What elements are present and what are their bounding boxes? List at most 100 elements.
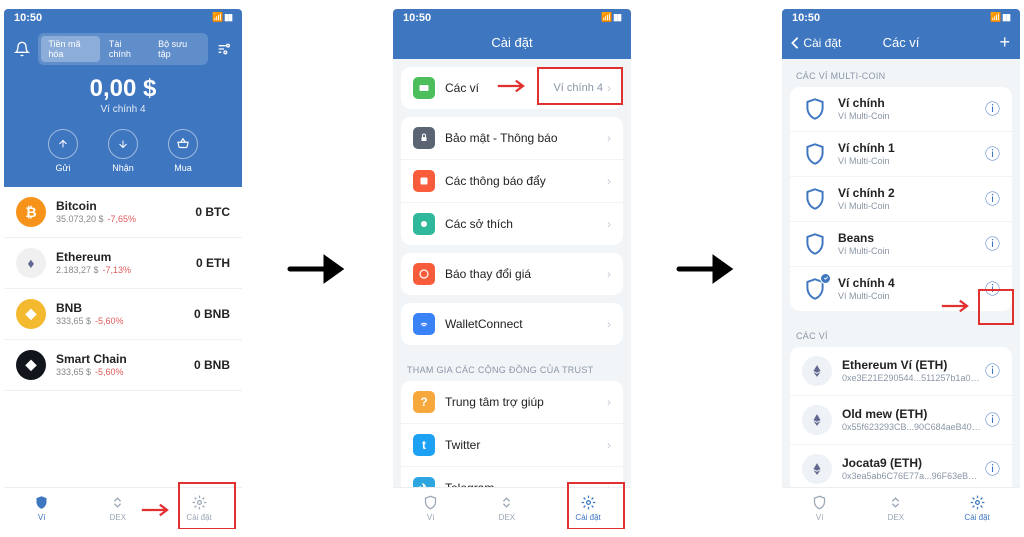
shield-icon — [802, 231, 828, 257]
ethereum-icon — [802, 405, 832, 435]
coin-balance: 0 BNB — [194, 358, 230, 372]
wallet-row[interactable]: Ví chính 2Ví Multi-Coin ⓘ — [790, 176, 1012, 221]
settings-list: Các ví Ví chính 4 › Bảo mật - Thông báo›… — [393, 59, 631, 487]
ethereum-icon — [802, 356, 832, 386]
segment-finance[interactable]: Tài chính — [102, 36, 149, 62]
coin-price: 333,65 $-5,60% — [56, 367, 194, 377]
coin-icon: ♦ — [16, 248, 46, 278]
tab-bar: Ví DEX Cài đặt — [393, 487, 631, 529]
add-wallet-button[interactable]: + — [999, 32, 1010, 53]
settings-row[interactable]: Các sở thích› — [401, 202, 623, 245]
info-icon[interactable]: ⓘ — [985, 360, 1000, 381]
shield-icon — [812, 495, 827, 511]
info-icon[interactable]: ⓘ — [985, 188, 1000, 209]
wallet-row[interactable]: Ethereum Ví (ETH)0xe3E21E290544...511257… — [790, 347, 1012, 395]
status-time: 10:50 — [14, 12, 42, 24]
info-icon[interactable]: ⓘ — [985, 98, 1000, 119]
info-icon[interactable]: ⓘ — [985, 458, 1000, 479]
screen-wallets-list: 10:50 📶 ▮▮ Cài đặt Các ví + CÁC VÍ MULTI… — [782, 9, 1020, 529]
swap-icon — [499, 495, 515, 511]
wallet-row[interactable]: Ví chính 4Ví Multi-Coin ⓘ — [790, 266, 1012, 311]
tab-settings[interactable]: Cài đặt — [964, 495, 989, 522]
shield-icon — [802, 96, 828, 122]
coin-icon: ◆ — [16, 299, 46, 329]
chevron-right-icon: › — [607, 217, 611, 231]
screen-wallet-home: 10:50 📶 ▮▮ Tiền mã hóa Tài chính Bộ sưu … — [4, 9, 242, 529]
settings-row[interactable]: Bảo mật - Thông báo› — [401, 117, 623, 159]
info-icon[interactable]: ⓘ — [985, 143, 1000, 164]
tab-settings[interactable]: Cài đặt — [575, 495, 600, 522]
page-title: Cài đặt — [491, 35, 532, 50]
tab-dex[interactable]: DEX — [499, 495, 515, 522]
settings-wallets-row[interactable]: Các ví Ví chính 4 › — [401, 67, 623, 109]
buy-button[interactable]: Mua — [168, 129, 198, 173]
wallet-row[interactable]: Ví chính 1Ví Multi-Coin ⓘ — [790, 131, 1012, 176]
tab-dex[interactable]: DEX — [110, 495, 126, 522]
coin-row[interactable]: ♦ Ethereum 2.183,27 $-7,13% 0 ETH — [4, 238, 242, 289]
flow-arrow — [673, 254, 741, 284]
status-time: 10:50 — [403, 12, 431, 24]
tab-dex[interactable]: DEX — [888, 495, 904, 522]
shield-icon — [802, 141, 828, 167]
status-bar: 10:50 📶 ▮▮ — [393, 9, 631, 27]
settings-row-icon — [413, 213, 435, 235]
wallet-row[interactable]: BeansVí Multi-Coin ⓘ — [790, 221, 1012, 266]
shield-icon — [34, 495, 49, 511]
coin-name: BNB — [56, 301, 194, 315]
community-row[interactable]: ?Trung tâm trợ giúp› — [401, 381, 623, 423]
action-buttons: Gửi Nhận Mua — [4, 125, 242, 187]
segment-nft[interactable]: Bộ sưu tập — [151, 36, 205, 62]
balance-amount: 0,00 $ — [4, 75, 242, 103]
settings-row-icon — [413, 127, 435, 149]
status-bar: 10:50 📶 ▮▮ — [4, 9, 242, 27]
ethereum-icon — [802, 454, 832, 484]
shield-icon — [802, 276, 828, 302]
info-icon[interactable]: ⓘ — [985, 233, 1000, 254]
community-row[interactable]: ✈Telegram› — [401, 466, 623, 487]
screen-settings: 10:50 📶 ▮▮ Cài đặt Các ví Ví chính 4 › B… — [393, 9, 631, 529]
filter-icon[interactable] — [214, 38, 234, 60]
walletconnect-icon — [413, 313, 435, 335]
check-badge-icon — [820, 273, 831, 284]
info-icon[interactable]: ⓘ — [985, 409, 1000, 430]
community-row[interactable]: tTwitter› — [401, 423, 623, 466]
status-icons: 📶 ▮▮ — [990, 12, 1010, 23]
wallet-row[interactable]: Ví chínhVí Multi-Coin ⓘ — [790, 87, 1012, 131]
gear-icon — [575, 495, 600, 511]
coin-name: Bitcoin — [56, 199, 195, 213]
multi-coin-header: CÁC VÍ MULTI-COIN — [782, 59, 1020, 87]
tab-bar: Ví DEX Cài đặt — [4, 487, 242, 529]
community-icon: t — [413, 434, 435, 456]
segment-crypto[interactable]: Tiền mã hóa — [41, 36, 100, 62]
send-button[interactable]: Gửi — [48, 129, 78, 173]
shield-icon — [423, 495, 438, 511]
tab-settings[interactable]: Cài đặt — [186, 495, 211, 522]
coin-row[interactable]: ◆ Smart Chain 333,65 $-5,60% 0 BNB — [4, 340, 242, 391]
coin-price: 35.073,20 $-7,65% — [56, 214, 195, 224]
tab-wallet[interactable]: Ví — [34, 495, 49, 522]
swap-icon — [888, 495, 904, 511]
receive-button[interactable]: Nhận — [108, 129, 138, 173]
back-button[interactable]: Cài đặt — [790, 36, 841, 50]
segment-tabs[interactable]: Tiền mã hóa Tài chính Bộ sưu tập — [38, 33, 207, 65]
settings-walletconnect-row[interactable]: WalletConnect › — [401, 303, 623, 345]
tab-wallet[interactable]: Ví — [423, 495, 438, 522]
coin-row[interactable]: ◆ BNB 333,65 $-5,60% 0 BNB — [4, 289, 242, 340]
settings-row[interactable]: Các thông báo đẩy› — [401, 159, 623, 202]
status-icons: 📶 ▮▮ — [601, 12, 621, 23]
coin-balance: 0 ETH — [196, 256, 230, 270]
settings-price-row[interactable]: Báo thay đổi giá › — [401, 253, 623, 295]
chevron-right-icon: › — [607, 131, 611, 145]
balance-wallet-name: Ví chính 4 — [4, 104, 242, 115]
wallet-row[interactable]: Jocata9 (ETH)0x3ea5ab6C76E77a...96F63eB2… — [790, 444, 1012, 487]
coin-row[interactable]: ₿ Bitcoin 35.073,20 $-7,65% 0 BTC — [4, 187, 242, 238]
tab-wallet[interactable]: Ví — [812, 495, 827, 522]
info-icon[interactable]: ⓘ — [985, 278, 1000, 299]
coin-name: Smart Chain — [56, 352, 194, 366]
bell-icon[interactable] — [12, 38, 32, 60]
chevron-right-icon: › — [607, 395, 611, 409]
wallet-row[interactable]: Old mew (ETH)0x55f623293CB...90C684aeB40… — [790, 395, 1012, 444]
balance-display: 0,00 $ Ví chính 4 — [4, 71, 242, 125]
gear-icon — [964, 495, 989, 511]
coin-name: Ethereum — [56, 250, 196, 264]
